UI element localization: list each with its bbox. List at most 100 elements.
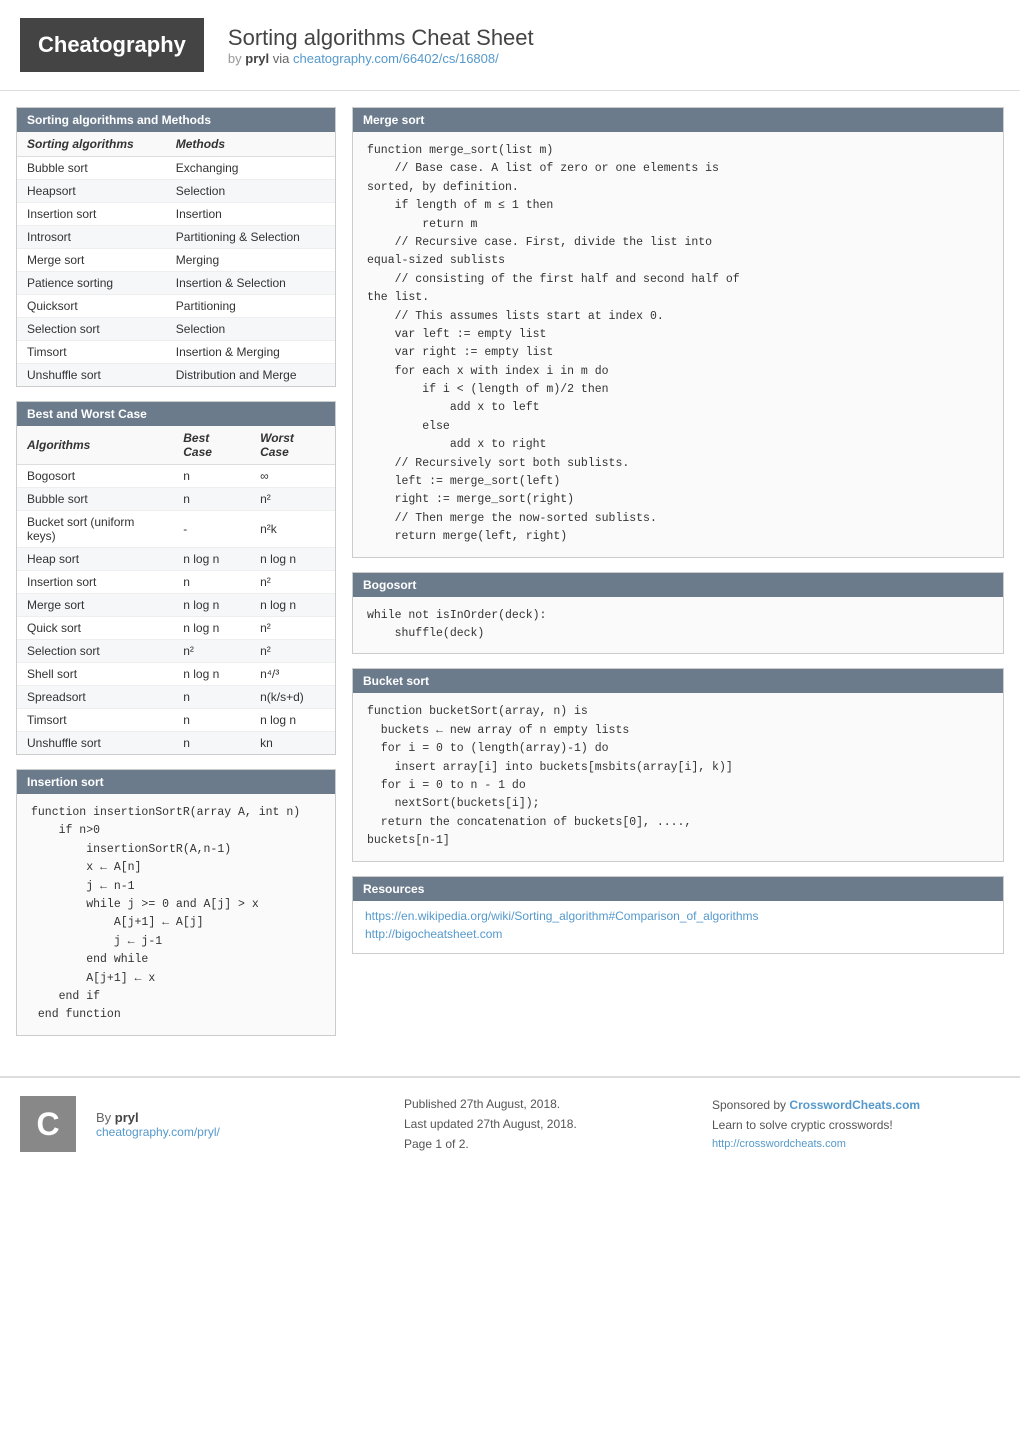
header-author: pryl (245, 51, 269, 66)
table-row: Timsort (17, 341, 166, 364)
best-worst-title: Best and Worst Case (27, 407, 147, 421)
table-row: Unshuffle sort (17, 732, 173, 755)
merge-sort-code: function merge_sort(list m) // Base case… (353, 132, 1003, 557)
table-row: Insertion sort (17, 571, 173, 594)
right-column: Merge sort function merge_sort(list m) /… (352, 107, 1004, 1050)
table-row: n (173, 488, 250, 511)
table-row: Quick sort (17, 617, 173, 640)
footer-sponsor-line: Sponsored by CrosswordCheats.com (712, 1095, 1000, 1115)
resources-list: https://en.wikipedia.org/wiki/Sorting_al… (353, 901, 1003, 953)
resources-title: Resources (363, 882, 424, 896)
table-row: Heapsort (17, 180, 166, 203)
table-row: Insertion sort (17, 203, 166, 226)
table-row: Bogosort (17, 465, 173, 488)
footer-sponsor-url: http://crosswordcheats.com (712, 1135, 1000, 1154)
best-worst-table: Algorithms Best Case Worst Case Bogosort… (17, 426, 335, 754)
bucket-sort-header: Bucket sort (353, 669, 1003, 693)
table-row: Insertion & Selection (166, 272, 335, 295)
table-row: n (173, 465, 250, 488)
footer-logo-letter: C (36, 1106, 59, 1143)
table-row: n log n (173, 594, 250, 617)
table-row: n² (250, 571, 335, 594)
table-row: n log n (173, 617, 250, 640)
page-wrapper: Cheatography Sorting algorithms Cheat Sh… (0, 0, 1020, 1443)
table-row: Quicksort (17, 295, 166, 318)
insertion-sort-header: Insertion sort (17, 770, 335, 794)
table-row: Merging (166, 249, 335, 272)
logo: Cheatography (20, 18, 204, 72)
footer-page: Page 1 of 2. (404, 1134, 692, 1154)
table-row: Patience sorting (17, 272, 166, 295)
table-row: Partitioning & Selection (166, 226, 335, 249)
list-item[interactable]: http://bigocheatsheet.com (365, 927, 991, 941)
footer-author-url[interactable]: cheatography.com/pryl/ (96, 1125, 384, 1139)
footer-updated-date: Last updated 27th August, 2018. (404, 1114, 692, 1134)
page-title: Sorting algorithms Cheat Sheet (228, 25, 534, 51)
table-row: Insertion & Merging (166, 341, 335, 364)
table-row: n² (250, 640, 335, 663)
footer-sponsor-tagline: Learn to solve cryptic crosswords! (712, 1115, 1000, 1135)
table-row: Bubble sort (17, 157, 166, 180)
table-row: Introsort (17, 226, 166, 249)
page-subtitle: by pryl via cheatography.com/66402/cs/16… (228, 51, 534, 66)
insertion-sort-title: Insertion sort (27, 775, 104, 789)
table-row: Heap sort (17, 548, 173, 571)
table-row: n log n (173, 548, 250, 571)
sorting-algorithms-header: Sorting algorithms and Methods (17, 108, 335, 132)
sorting-algorithms-section: Sorting algorithms and Methods Sorting a… (16, 107, 336, 387)
header-url[interactable]: cheatography.com/66402/cs/16808/ (293, 51, 499, 66)
footer: C By pryl cheatography.com/pryl/ Publish… (0, 1076, 1020, 1171)
table-row: Spreadsort (17, 686, 173, 709)
bucket-sort-code: function bucketSort(array, n) is buckets… (353, 693, 1003, 860)
table-row: n² (250, 617, 335, 640)
resources-header: Resources (353, 877, 1003, 901)
table-row: n² (173, 640, 250, 663)
table-row: - (173, 511, 250, 548)
col2-header: Methods (166, 132, 335, 157)
table-row: Shell sort (17, 663, 173, 686)
best-worst-header: Best and Worst Case (17, 402, 335, 426)
left-column: Sorting algorithms and Methods Sorting a… (16, 107, 336, 1050)
table-row: n log n (250, 548, 335, 571)
table-row: Timsort (17, 709, 173, 732)
list-item[interactable]: https://en.wikipedia.org/wiki/Sorting_al… (365, 909, 991, 923)
bw-col2-header: Best Case (173, 426, 250, 465)
table-row: n (173, 709, 250, 732)
best-worst-section: Best and Worst Case Algorithms Best Case… (16, 401, 336, 755)
table-row: kn (250, 732, 335, 755)
footer-logo: C (20, 1096, 76, 1152)
sorting-algorithms-table: Sorting algorithms Methods Bubble sortEx… (17, 132, 335, 386)
table-row: Merge sort (17, 594, 173, 617)
bw-col1-header: Algorithms (17, 426, 173, 465)
table-row: Unshuffle sort (17, 364, 166, 387)
bogosort-title: Bogosort (363, 578, 416, 592)
bw-col3-header: Worst Case (250, 426, 335, 465)
table-row: Selection (166, 318, 335, 341)
col1-header: Sorting algorithms (17, 132, 166, 157)
table-row: n log n (173, 663, 250, 686)
footer-author: pryl (115, 1110, 139, 1125)
header-title: Sorting algorithms Cheat Sheet by pryl v… (228, 25, 534, 66)
footer-published-date: Published 27th August, 2018. (404, 1094, 692, 1114)
table-row: Distribution and Merge (166, 364, 335, 387)
table-row: Exchanging (166, 157, 335, 180)
table-row: n⁴/³ (250, 663, 335, 686)
table-row: Selection sort (17, 640, 173, 663)
table-row: n (173, 732, 250, 755)
table-row: n (173, 686, 250, 709)
bucket-sort-title: Bucket sort (363, 674, 429, 688)
insertion-sort-code: function insertionSortR(array A, int n) … (17, 794, 335, 1035)
table-row: n(k/s+d) (250, 686, 335, 709)
table-row: ∞ (250, 465, 335, 488)
bogosort-header: Bogosort (353, 573, 1003, 597)
table-row: n²k (250, 511, 335, 548)
bogosort-section: Bogosort while not isInOrder(deck): shuf… (352, 572, 1004, 655)
footer-sponsored-by: Sponsored by (712, 1098, 786, 1112)
by-label: by (228, 51, 242, 66)
footer-sponsor-link[interactable]: CrosswordCheats.com (789, 1098, 920, 1112)
table-row: n (173, 571, 250, 594)
bucket-sort-section: Bucket sort function bucketSort(array, n… (352, 668, 1004, 861)
footer-by-label: By (96, 1110, 111, 1125)
via-label: via (273, 51, 290, 66)
table-row: n² (250, 488, 335, 511)
